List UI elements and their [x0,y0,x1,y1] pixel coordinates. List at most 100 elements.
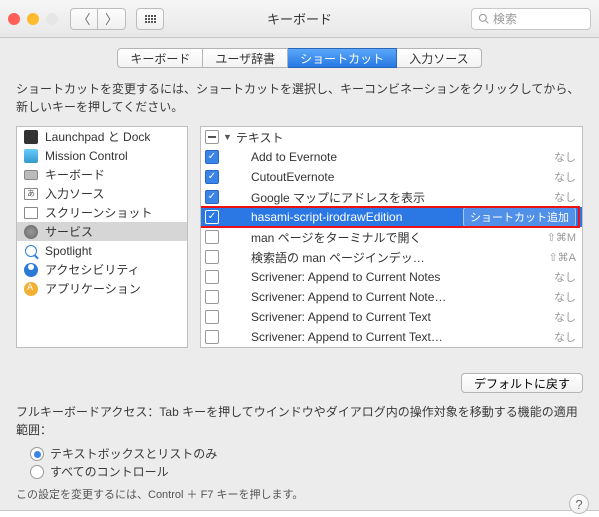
radio-icon [30,447,44,461]
sidebar-item-label: キーボード [45,166,105,183]
forward-button[interactable]: 〉 [98,8,126,30]
shortcut-checkbox[interactable] [205,210,219,224]
annotation-highlight-left [16,348,192,367]
description-text: ショートカットを変更するには、ショートカットを選択し、キーコンビネーションをクリ… [0,76,599,126]
search-icon [478,13,489,24]
add-shortcut-button[interactable]: ショートカット追加 [463,207,576,227]
shortcut-row[interactable]: Scrivener: Append to Current Note… なし [201,287,582,307]
tab-1[interactable]: ユーザ辞書 [203,48,288,68]
shortcut-key: なし [536,289,576,305]
shortcut-checkbox[interactable] [205,230,219,244]
accessibility-icon [23,262,39,278]
shortcut-checkbox[interactable] [205,310,219,324]
shortcut-checkbox[interactable] [205,150,219,164]
sidebar-item-label: Mission Control [45,149,128,163]
category-pane: Launchpad と Dock Mission Control キーボード入力ソー… [16,126,188,348]
input-icon [23,186,39,202]
fka-description: フルキーボードアクセス：Tab キーを押してウインドウやダイアログ内の操作対象を… [16,403,583,439]
shortcut-checkbox[interactable] [205,250,219,264]
tab-3[interactable]: 入力ソース [397,48,481,68]
launchpad-icon [23,129,39,145]
sidebar-item-spotlight[interactable]: Spotlight [17,241,187,260]
sidebar-item-launchpad[interactable]: Launchpad と Dock [17,127,187,146]
radio-label: テキストボックスとリストのみ [50,445,217,463]
shortcut-key: なし [536,149,576,165]
shortcut-label: hasami-script-irodrawEdition [251,210,459,224]
help-button[interactable]: ? [569,494,589,514]
shortcut-label: Add to Evernote [251,150,532,164]
shortcut-row[interactable]: Scrivener: Append to Current Text… なし [201,327,582,347]
group-header-text[interactable]: ▼ テキスト [201,127,582,147]
sidebar-item-service[interactable]: サービス [17,222,187,241]
shortcut-checkbox[interactable] [205,190,219,204]
traffic-lights [8,13,58,25]
grid-icon [145,15,156,23]
shortcut-label: CutoutEvernote [251,170,532,184]
shortcut-label: Scrivener: Append to Current Note… [251,290,532,304]
tabs-row: キーボードユーザ辞書ショートカット入力ソース [0,38,599,76]
group-label: テキスト [236,129,284,146]
fka-option-textboxes[interactable]: テキストボックスとリストのみ [30,445,583,463]
tab-0[interactable]: キーボード [117,48,203,68]
sidebar-item-label: アプリケーション [45,280,141,297]
titlebar: 〈 〉 キーボード 検索 [0,0,599,38]
group-checkbox[interactable] [205,130,219,144]
radio-icon [30,465,44,479]
shortcut-row[interactable]: hasami-script-irodrawEdition ショートカット追加 [201,207,582,227]
shortcuts-pane: ▼テキストAdd to EvernoteなしCutoutEvernoteなしGo… [200,126,583,348]
shortcut-row[interactable]: Add to Evernote なし [201,147,582,167]
shortcut-row[interactable]: man ページをターミナルで開く ⇧⌘M [201,227,582,247]
restore-defaults-button[interactable]: デフォルトに戻す [461,373,583,393]
shortcut-label: Scrivener: Append to Current Text [251,310,532,324]
zoom-icon [46,13,58,25]
shortcut-row[interactable]: CutoutEvernote なし [201,167,582,187]
shortcut-key: なし [536,309,576,325]
sidebar-item-app[interactable]: アプリケーション [17,279,187,298]
shortcut-key: ⇧⌘A [536,251,576,264]
minimize-icon[interactable] [27,13,39,25]
fka-option-all[interactable]: すべてのコントロール [30,463,583,481]
sidebar-item-label: Launchpad と Dock [45,128,150,145]
shortcut-label: 検索語の man ページインデッ… [251,249,532,266]
sidebar-item-label: アクセシビリティ [45,261,140,278]
spotlight-icon [23,243,39,259]
shortcut-checkbox[interactable] [205,270,219,284]
sidebar-item-mission[interactable]: Mission Control [17,146,187,165]
back-button[interactable]: 〈 [70,8,98,30]
disclosure-triangle-icon[interactable]: ▼ [223,132,232,142]
shortcut-row[interactable]: Google マップにアドレスを表示なし [201,187,582,207]
close-icon[interactable] [8,13,20,25]
shortcut-key: なし [536,269,576,285]
tab-2[interactable]: ショートカット [288,48,397,68]
app-icon [23,281,39,297]
nav-buttons: 〈 〉 [70,8,126,30]
shortcut-key: なし [536,329,576,345]
sidebar-item-label: Spotlight [45,244,92,258]
shortcut-row[interactable]: 検索語の man ページインデッ… ⇧⌘A [201,247,582,267]
shortcut-label: man ページをターミナルで開く [251,229,532,246]
shortcut-key: ⇧⌘M [536,231,576,244]
sidebar-item-label: スクリーンショット [45,204,152,221]
show-all-button[interactable] [136,8,164,30]
shortcut-checkbox[interactable] [205,290,219,304]
search-placeholder: 検索 [493,10,517,27]
shortcut-checkbox[interactable] [205,330,219,344]
sidebar-item-input[interactable]: 入力ソース [17,184,187,203]
sidebar-item-keyboard[interactable]: キーボード [17,165,187,184]
shortcut-key: なし [536,169,576,185]
sidebar-item-label: 入力ソース [45,185,104,202]
shortcut-label: Scrivener: Append to Current Text… [251,330,532,344]
shortcut-key: なし [536,189,576,205]
sidebar-item-screenshot[interactable]: スクリーンショット [17,203,187,222]
screenshot-icon [23,205,39,221]
search-input[interactable]: 検索 [471,8,591,30]
shortcut-label: Google マップにアドレスを表示 [251,189,532,206]
shortcut-row[interactable]: Scrivener: Append to Current Notes なし [201,267,582,287]
radio-label: すべてのコントロール [50,463,169,481]
shortcut-label: Scrivener: Append to Current Notes [251,270,532,284]
shortcut-checkbox[interactable] [205,170,219,184]
sidebar-item-accessibility[interactable]: アクセシビリティ [17,260,187,279]
shortcut-row[interactable]: Scrivener: Append to Current Text なし [201,307,582,327]
keyboard-icon [23,167,39,183]
mission-icon [23,148,39,164]
